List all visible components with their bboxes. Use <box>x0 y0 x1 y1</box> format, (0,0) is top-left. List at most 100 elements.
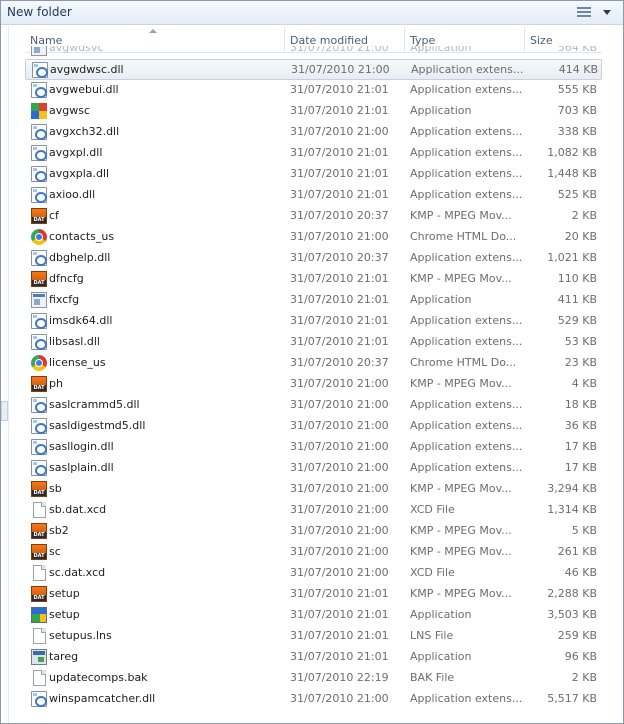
file-row[interactable]: setup 31/07/2010 21:01 KMP - MPEG Mov... 2,… <box>25 584 602 605</box>
file-file-icon <box>33 502 46 518</box>
file-type: KMP - MPEG Mov... <box>410 524 512 537</box>
file-name: sasldigestmd5.dll <box>49 419 146 432</box>
file-row[interactable]: avgwdwsc.dll 31/07/2010 21:00 Application … <box>25 59 602 80</box>
file-name: avgxch32.dll <box>49 125 120 138</box>
file-row[interactable]: saslplain.dll 31/07/2010 21:00 Application… <box>25 458 602 479</box>
file-date-modified: 31/07/2010 22:19 <box>290 671 389 684</box>
file-type: KMP - MPEG Mov... <box>410 587 512 600</box>
file-row[interactable]: avgxpl.dll 31/07/2010 21:01 Application ex… <box>25 143 602 164</box>
file-row[interactable]: fixcfg 31/07/2010 21:01 Application 411 KB <box>25 290 602 311</box>
file-row[interactable]: sc 31/07/2010 21:00 KMP - MPEG Mov... 261 K… <box>25 542 602 563</box>
file-date-modified: 31/07/2010 21:01 <box>290 167 389 180</box>
file-name: license_us <box>49 356 106 369</box>
file-type: KMP - MPEG Mov... <box>410 545 512 558</box>
file-size: 2 KB <box>571 209 597 222</box>
dll-file-icon <box>31 691 47 707</box>
file-type: Application <box>410 46 472 54</box>
file-row[interactable]: sb.dat.xcd 31/07/2010 21:00 XCD File 1,314 … <box>25 500 602 521</box>
file-date-modified: 31/07/2010 21:01 <box>290 293 389 306</box>
file-row[interactable]: avgwebui.dll 31/07/2010 21:01 Application … <box>25 80 602 101</box>
chrome-file-icon <box>31 355 47 371</box>
file-row[interactable]: tareg 31/07/2010 21:01 Application 96 KB <box>25 647 602 668</box>
sort-ascending-icon <box>149 29 157 33</box>
file-type: Chrome HTML Do... <box>410 230 517 243</box>
file-size: 529 KB <box>557 314 597 327</box>
file-row[interactable]: license_us 31/07/2010 20:37 Chrome HTML Do… <box>25 353 602 374</box>
file-type: Application extens... <box>410 125 522 138</box>
file-type: KMP - MPEG Mov... <box>410 209 512 222</box>
file-row[interactable]: sb 31/07/2010 21:00 KMP - MPEG Mov... 3,294… <box>25 479 602 500</box>
file-row[interactable]: ph 31/07/2010 21:00 KMP - MPEG Mov... 4 KB <box>25 374 602 395</box>
file-row[interactable]: dfncfg 31/07/2010 21:01 KMP - MPEG Mov... 1… <box>25 269 602 290</box>
file-row[interactable]: setupus.lns 31/07/2010 21:01 LNS File 259 K… <box>25 626 602 647</box>
file-date-modified: 31/07/2010 21:00 <box>290 503 389 516</box>
file-name: avgxpl.dll <box>49 146 103 159</box>
file-size: 338 KB <box>557 125 597 138</box>
file-size: 411 KB <box>557 293 597 306</box>
file-date-modified: 31/07/2010 21:01 <box>290 104 389 117</box>
file-name: saslplain.dll <box>49 461 114 474</box>
dll-file-icon <box>31 439 47 455</box>
file-row[interactable]: contacts_us 31/07/2010 21:00 Chrome HTML D… <box>25 227 602 248</box>
file-row[interactable]: avgxch32.dll 31/07/2010 21:00 Application … <box>25 122 602 143</box>
file-name: tareg <box>49 650 79 663</box>
file-name: setup <box>49 608 80 621</box>
file-size: 110 KB <box>557 272 597 285</box>
file-name: sc <box>49 545 61 558</box>
file-type: Application extens... <box>411 63 523 76</box>
file-size: 2 KB <box>571 671 597 684</box>
file-name: axioo.dll <box>49 188 96 201</box>
file-row[interactable]: sc.dat.xcd 31/07/2010 21:00 XCD File 46 KB <box>25 563 602 584</box>
dat-file-icon <box>31 271 47 287</box>
file-row[interactable]: winspamcatcher.dll 31/07/2010 21:00 Applic… <box>25 689 602 710</box>
file-name: avgwdwsc.dll <box>50 63 124 76</box>
file-date-modified: 31/07/2010 21:00 <box>290 482 389 495</box>
file-size: 5 KB <box>571 524 597 537</box>
file-type: XCD File <box>410 503 455 516</box>
file-row[interactable]: sasllogin.dll 31/07/2010 21:00 Application… <box>25 437 602 458</box>
file-row[interactable]: saslcrammd5.dll 31/07/2010 21:00 Applicati… <box>25 395 602 416</box>
file-row[interactable]: cf 31/07/2010 20:37 KMP - MPEG Mov... 2 KB <box>25 206 602 227</box>
file-name: avgxpla.dll <box>49 167 110 180</box>
dat-file-icon <box>31 523 47 539</box>
file-row[interactable]: setup 31/07/2010 21:01 Application 3,503 KB <box>25 605 602 626</box>
file-file-icon <box>33 565 46 581</box>
dll-file-icon <box>31 187 47 203</box>
file-date-modified: 31/07/2010 21:01 <box>290 272 389 285</box>
file-type: Application extens... <box>410 461 522 474</box>
file-size: 564 KB <box>557 46 597 54</box>
file-name: imsdk64.dll <box>49 314 113 327</box>
file-row[interactable]: sasldigestmd5.dll 31/07/2010 21:00 Applica… <box>25 416 602 437</box>
file-type: Application <box>410 293 472 306</box>
file-date-modified: 31/07/2010 21:01 <box>290 608 389 621</box>
dll-file-icon <box>31 250 47 266</box>
file-type: XCD File <box>410 566 455 579</box>
file-row[interactable]: libsasl.dll 31/07/2010 21:01 Application e… <box>25 332 602 353</box>
file-size: 2,288 KB <box>547 587 597 600</box>
file-size: 96 KB <box>564 650 597 663</box>
file-name: winspamcatcher.dll <box>49 692 156 705</box>
file-row[interactable]: avgwdsvc 31/07/2010 21:00 Application 564 K… <box>25 46 602 59</box>
file-name: ph <box>49 377 63 390</box>
file-size: 53 KB <box>564 335 597 348</box>
file-row[interactable]: avgxpla.dll 31/07/2010 21:01 Application e… <box>25 164 602 185</box>
file-type: Application extens... <box>410 419 522 432</box>
file-type: Application <box>410 650 472 663</box>
chrome-file-icon <box>31 229 47 245</box>
file-name: saslcrammd5.dll <box>49 398 140 411</box>
file-row[interactable]: sb2 31/07/2010 21:00 KMP - MPEG Mov... 5 KB <box>25 521 602 542</box>
file-date-modified: 31/07/2010 21:00 <box>291 63 390 76</box>
vertical-scrollbar[interactable] <box>602 26 622 723</box>
file-name: fixcfg <box>49 293 80 306</box>
file-size: 261 KB <box>557 545 597 558</box>
file-row[interactable]: imsdk64.dll 31/07/2010 21:01 Application e… <box>25 311 602 332</box>
file-size: 1,448 KB <box>547 167 597 180</box>
setup-file-icon <box>31 607 47 623</box>
pane-splitter-handle[interactable] <box>1 401 8 421</box>
file-row[interactable]: avgwsc 31/07/2010 21:01 Application 703 KB <box>25 101 602 122</box>
file-row[interactable]: axioo.dll 31/07/2010 21:01 Application ext… <box>25 185 602 206</box>
view-options-button[interactable] <box>575 4 613 22</box>
file-row[interactable]: dbghelp.dll 31/07/2010 20:37 Application e… <box>25 248 602 269</box>
file-date-modified: 31/07/2010 21:01 <box>290 587 389 600</box>
file-row[interactable]: updatecomps.bak 31/07/2010 22:19 BAK File 2… <box>25 668 602 689</box>
